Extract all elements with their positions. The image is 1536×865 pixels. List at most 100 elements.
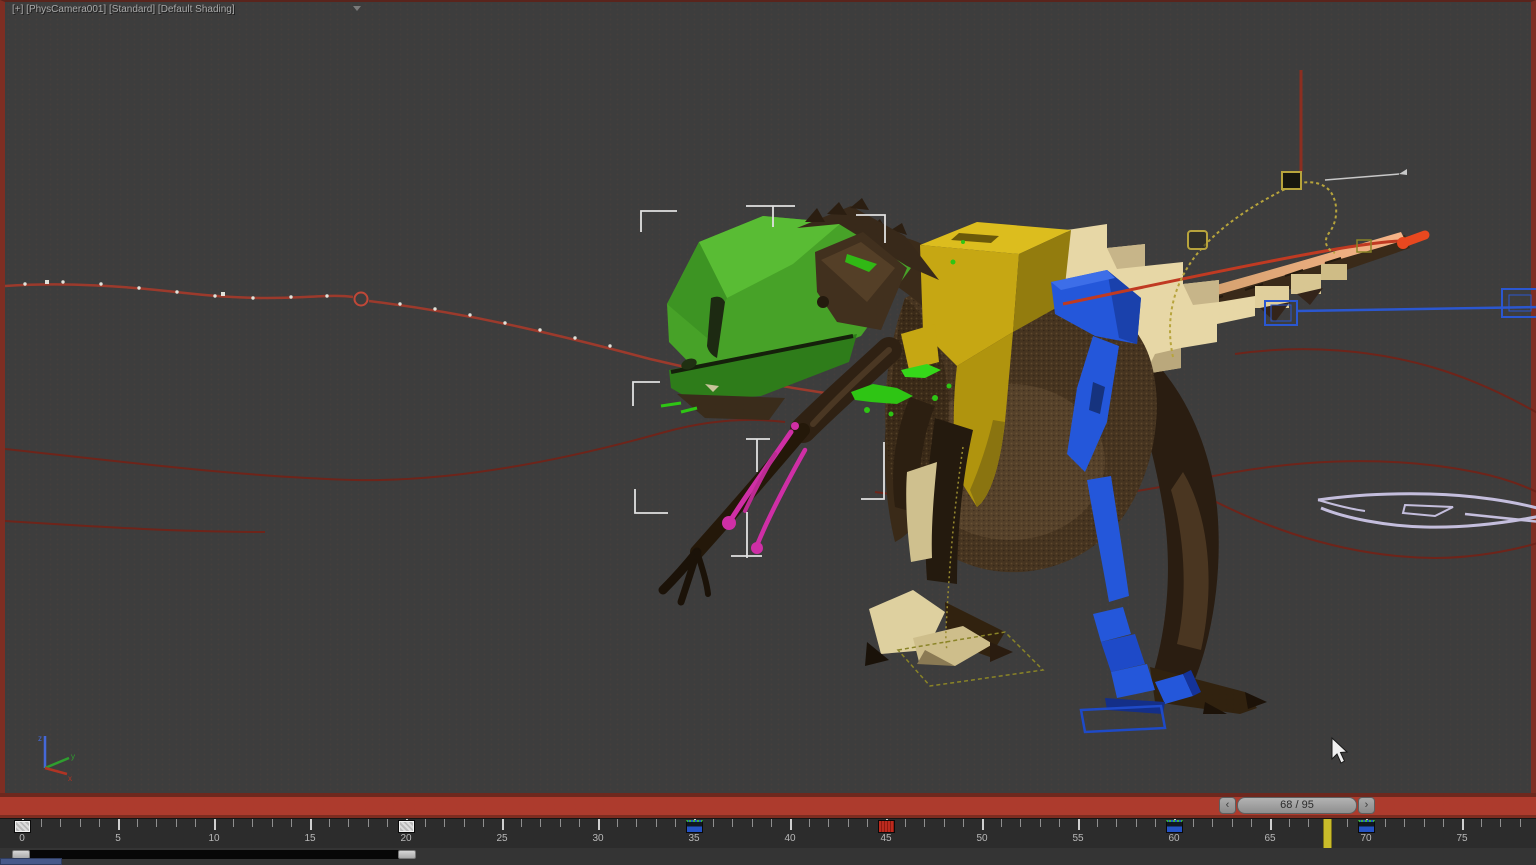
frame-tick [1250,819,1252,827]
frame-tick [79,819,81,827]
keyframe-marker-blue[interactable] [685,820,703,833]
track-bar[interactable]: 0 5 10 15 20 25 30 35 40 45 50 55 60 65 70 75 [0,818,1536,848]
next-frame-button[interactable]: › [1358,797,1375,814]
frame-tick-label: 25 [496,833,508,844]
frame-tick [41,819,43,827]
frame-tick-label: 50 [976,833,988,844]
viewport-label-caret-icon [353,6,361,11]
frame-tick [1423,819,1425,827]
frame-tick-label: 65 [1264,833,1276,844]
frame-tick-label: 15 [304,833,316,844]
keyframe-marker-white[interactable] [13,820,31,833]
trajectory-frame-dots [23,280,612,348]
range-scrollbar[interactable] [12,850,416,859]
keyframe-marker-white[interactable] [397,820,415,833]
frame-display[interactable]: 68 / 95 [1237,797,1357,814]
world-axis-gizmo: z y x [38,734,75,783]
frame-tick [137,819,139,827]
frame-tick-label: 35 [688,833,700,844]
frame-tick [982,819,984,830]
keyframe-marker-blue[interactable] [1165,820,1183,833]
camera-viewport[interactable]: z y x [+] [PhysCamera001] [Standard] [De… [0,0,1536,793]
frame-tick [1462,819,1464,830]
frame-tick-label: 45 [880,833,892,844]
frame-tick [540,819,542,827]
frame-tick [578,819,580,827]
frame-tick [636,819,638,827]
frame-tick [1385,819,1387,827]
frame-tick [1442,819,1444,827]
frame-tick [1308,819,1310,827]
time-slider-track[interactable]: ‹ 68 / 95 › [0,793,1536,818]
frame-tick [482,819,484,827]
range-handle-end[interactable] [398,850,416,859]
frame-tick [1481,819,1483,827]
frame-tick-label: 55 [1072,833,1084,844]
frame-tick [118,819,120,830]
frame-tick [1231,819,1233,827]
status-selection[interactable] [0,858,62,865]
frame-tick [444,819,446,827]
frame-tick [386,819,388,827]
frame-tick [1289,819,1291,827]
frame-tick [214,819,216,830]
frame-tick [367,819,369,827]
frame-tick [1346,819,1348,827]
yellow-key-square[interactable] [1187,230,1208,250]
trajectory-key-circle[interactable] [353,291,369,307]
frame-tick [290,819,292,827]
frame-tick [1135,819,1137,827]
frame-tick [770,819,772,827]
frame-tick [310,819,312,830]
frame-tick-label: 40 [784,833,796,844]
frame-tick [866,819,868,827]
frame-tick-label: 75 [1456,833,1468,844]
frame-tick [962,819,964,827]
frame-tick-label: 10 [208,833,220,844]
frame-tick [617,819,619,827]
frame-tick [1500,819,1502,827]
keyframe-marker-blue[interactable] [1357,820,1375,833]
frame-tick [1058,819,1060,827]
scene-canvas[interactable]: z y x [5,2,1536,795]
frame-tick [1519,819,1521,827]
frame-tick-label: 5 [115,833,121,844]
ground-spline[interactable] [1317,492,1536,529]
frame-tick [828,819,830,827]
raptor-model[interactable] [658,198,1410,734]
frame-tick-label: 0 [19,833,25,844]
frame-tick [1078,819,1080,830]
frame-tick [502,819,504,830]
axis-y-label: y [71,752,75,761]
frame-tick [252,819,254,827]
frame-tick [175,819,177,827]
current-frame-indicator[interactable] [1323,819,1333,848]
frame-tick [847,819,849,827]
axis-x-label: x [68,774,72,783]
frame-tick [194,819,196,827]
frame-tick [329,819,331,827]
yellow-key-square-selected[interactable] [1281,171,1302,190]
time-slider-button[interactable]: ‹ 68 / 95 › [1219,797,1375,814]
frame-tick [1097,819,1099,827]
frame-tick [751,819,753,827]
frame-tick [98,819,100,827]
frame-tick [348,819,350,827]
frame-tick [905,819,907,827]
frame-tick [943,819,945,827]
frame-tick [1404,819,1406,827]
frame-tick-label: 70 [1360,833,1372,844]
frame-tick [598,819,600,830]
max-window: z y x [+] [PhysCamera001] [Standard] [De… [0,0,1536,865]
frame-tick [732,819,734,827]
prev-frame-button[interactable]: ‹ [1219,797,1236,814]
frame-tick-label: 60 [1168,833,1180,844]
keyframe-marker-red[interactable] [877,820,895,833]
axis-z-label: z [38,734,42,743]
viewport-label[interactable]: [+] [PhysCamera001] [Standard] [Default … [12,4,235,15]
track-bar-footer [0,848,1536,865]
frame-tick [233,819,235,827]
frame-tick [1193,819,1195,827]
frame-tick [790,819,792,830]
frame-tick [713,819,715,827]
